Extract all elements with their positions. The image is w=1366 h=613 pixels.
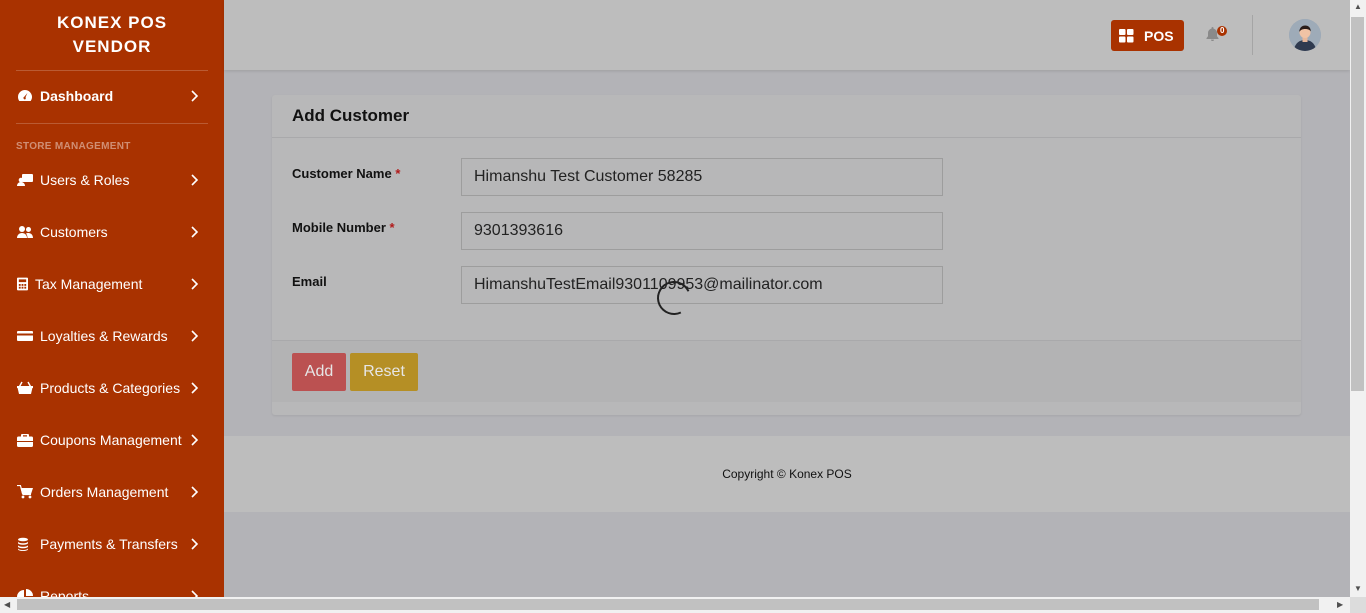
scrollbar-corner xyxy=(1350,597,1366,613)
basket-icon xyxy=(16,381,34,395)
grid-icon xyxy=(1119,28,1134,42)
sidebar-item-tax-management[interactable]: Tax Management xyxy=(0,264,224,304)
sidebar-item-label: Customers xyxy=(40,224,108,240)
pos-button[interactable]: POS xyxy=(1111,20,1184,51)
vertical-scrollbar[interactable]: ▲ ▼ xyxy=(1350,0,1366,597)
chevron-right-icon xyxy=(190,537,204,551)
avatar-icon xyxy=(1289,19,1321,51)
sidebar-item-label: Users & Roles xyxy=(40,172,130,188)
sidebar-item-loyalties-rewards[interactable]: Loyalties & Rewards xyxy=(0,316,224,356)
briefcase-icon xyxy=(16,433,34,447)
sidebar-item-users-roles[interactable]: Users & Roles xyxy=(0,160,224,200)
mobile-number-label: Mobile Number * xyxy=(292,220,395,235)
page-footer: Copyright © Konex POS xyxy=(224,436,1350,512)
email-label: Email xyxy=(292,274,327,289)
horizontal-scrollbar[interactable]: ◀ ▶ xyxy=(0,597,1350,613)
card-title: Add Customer xyxy=(272,95,1301,138)
copyright-text: Copyright © Konex POS xyxy=(722,467,852,481)
user-roles-icon xyxy=(16,173,34,187)
vertical-scroll-thumb[interactable] xyxy=(1351,17,1364,391)
sidebar-item-label: Coupons Management xyxy=(40,432,182,448)
chevron-right-icon xyxy=(190,485,204,499)
sidebar-item-dashboard[interactable]: Dashboard xyxy=(0,76,224,116)
required-marker: * xyxy=(395,166,401,181)
sidebar-divider xyxy=(16,123,208,124)
brand-line-2: VENDOR xyxy=(72,37,152,56)
notification-count-badge: 0 xyxy=(1217,26,1228,36)
topbar-divider xyxy=(1252,15,1253,55)
topbar: POS 0 xyxy=(224,0,1350,70)
chevron-right-icon xyxy=(190,433,204,447)
mobile-number-input[interactable] xyxy=(461,212,943,250)
horizontal-scroll-thumb[interactable] xyxy=(17,599,1319,610)
customer-name-input[interactable] xyxy=(461,158,943,196)
chevron-right-icon xyxy=(190,89,204,103)
users-icon xyxy=(16,225,34,239)
sidebar-section-heading: STORE MANAGEMENT xyxy=(16,141,131,152)
brand-line-1: KONEX POS xyxy=(56,13,168,32)
chevron-right-icon xyxy=(190,277,204,291)
sidebar-divider xyxy=(16,70,208,71)
pos-button-label: POS xyxy=(1144,27,1174,44)
sidebar-item-label: Dashboard xyxy=(40,88,114,104)
scroll-left-icon[interactable]: ◀ xyxy=(4,601,10,609)
sidebar-item-customers[interactable]: Customers xyxy=(0,212,224,252)
coins-icon xyxy=(16,537,34,551)
chevron-right-icon xyxy=(190,173,204,187)
sidebar-item-label: Payments & Transfers xyxy=(40,536,178,552)
add-button[interactable]: Add xyxy=(292,353,346,391)
chevron-right-icon xyxy=(190,225,204,239)
chevron-right-icon xyxy=(190,329,204,343)
scroll-down-icon[interactable]: ▼ xyxy=(1354,585,1362,593)
brand-logo: KONEX POS VENDOR xyxy=(0,0,224,70)
cart-icon xyxy=(16,485,34,499)
customer-name-label: Customer Name * xyxy=(292,166,401,181)
tachometer-icon xyxy=(16,89,34,103)
calculator-icon xyxy=(16,277,29,291)
add-customer-card: Add Customer Customer Name * Mobile Numb… xyxy=(272,95,1301,415)
user-avatar[interactable] xyxy=(1289,19,1321,51)
scroll-right-icon[interactable]: ▶ xyxy=(1337,601,1343,609)
chevron-right-icon xyxy=(190,381,204,395)
sidebar-item-label: Tax Management xyxy=(35,276,143,292)
credit-card-icon xyxy=(16,329,34,343)
sidebar-item-coupons-management[interactable]: Coupons Management xyxy=(0,420,224,460)
sidebar-item-label: Loyalties & Rewards xyxy=(40,328,168,344)
card-footer: Add Reset xyxy=(272,340,1301,402)
required-marker: * xyxy=(389,220,395,235)
sidebar-item-orders-management[interactable]: Orders Management xyxy=(0,472,224,512)
email-input[interactable] xyxy=(461,266,943,304)
sidebar-item-payments-transfers[interactable]: Payments & Transfers xyxy=(0,524,224,564)
sidebar-item-label: Products & Categories xyxy=(40,380,181,396)
sidebar-item-label: Orders Management xyxy=(40,484,169,500)
sidebar: KONEX POS VENDOR Dashboard STORE MANAGEM… xyxy=(0,0,224,613)
scroll-up-icon[interactable]: ▲ xyxy=(1354,3,1362,11)
sidebar-item-products-categories[interactable]: Products & Categories xyxy=(0,368,224,408)
reset-button[interactable]: Reset xyxy=(350,353,418,391)
